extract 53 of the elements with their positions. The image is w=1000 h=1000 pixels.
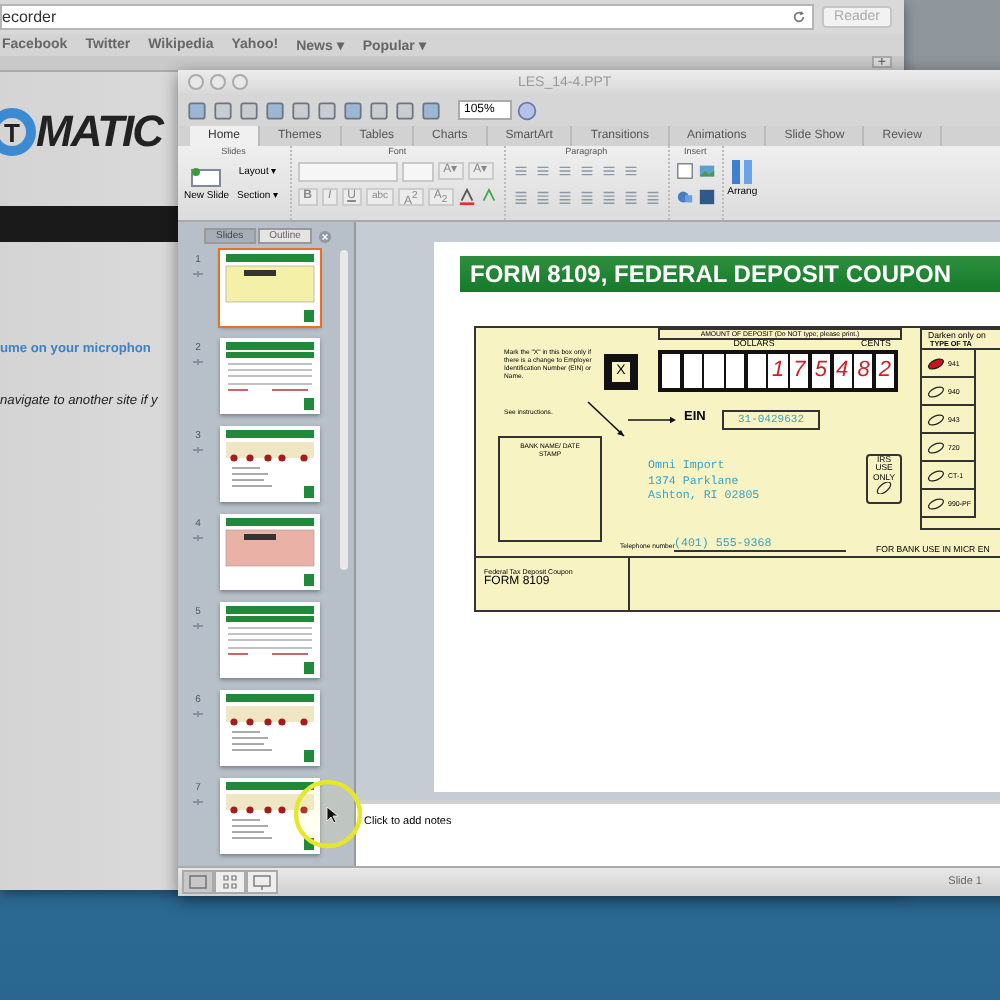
reload-icon[interactable] — [792, 10, 807, 24]
help-icon[interactable] — [516, 99, 539, 121]
align-icon[interactable] — [533, 188, 552, 206]
slide-thumbnail[interactable] — [220, 690, 320, 766]
align-icon[interactable] — [643, 188, 662, 206]
amount-digit: 1 — [768, 354, 788, 388]
amount-digit: 7 — [790, 354, 809, 388]
empty-digit-cell — [747, 354, 766, 388]
amount-digit: 5 — [811, 354, 830, 388]
list-icon[interactable] — [555, 162, 574, 180]
align-icon[interactable] — [511, 188, 530, 206]
amount-digit: 8 — [854, 354, 873, 388]
slide-thumbnail[interactable] — [220, 338, 320, 414]
shapes-icon[interactable] — [675, 188, 694, 206]
slide-thumbnail[interactable] — [220, 250, 320, 326]
empty-digit-cell — [726, 354, 745, 388]
text-box-icon[interactable] — [675, 162, 694, 180]
slideshow-view-icon[interactable] — [246, 870, 278, 894]
grid-view-icon[interactable] — [214, 870, 246, 894]
align-icon[interactable] — [621, 188, 640, 206]
empty-digit-cell — [683, 354, 702, 388]
new-slide-icon — [190, 166, 223, 190]
close-icon[interactable] — [318, 229, 333, 243]
slide-thumbnail[interactable] — [220, 426, 320, 502]
font-color-icon[interactable] — [457, 188, 476, 206]
logo-circle: T — [0, 108, 36, 156]
logo-text: MATIC — [36, 106, 163, 158]
arrow-drawing — [586, 400, 678, 440]
arrange-icon — [730, 158, 755, 186]
empty-digit-cell — [662, 354, 681, 388]
list-icon[interactable] — [511, 162, 530, 180]
list-icon[interactable] — [533, 162, 552, 180]
list-icon[interactable] — [577, 162, 596, 180]
normal-view-icon[interactable] — [182, 870, 214, 894]
scrollbar[interactable] — [340, 250, 348, 570]
list-icon[interactable] — [621, 162, 640, 180]
cursor-icon — [326, 806, 338, 824]
amount-digit: 2 — [875, 354, 895, 388]
amount-digit: 4 — [833, 354, 852, 388]
background-window — [900, 0, 1000, 72]
font-size-field[interactable] — [401, 161, 434, 181]
address-field[interactable]: ecorder — [0, 4, 815, 30]
slide-thumbnail[interactable] — [220, 602, 320, 678]
slide-title: FORM 8109, FEDERAL DEPOSIT COUPON — [460, 256, 1000, 292]
slide-thumbnail[interactable] — [220, 514, 320, 590]
slide-thumbnail[interactable] — [220, 778, 320, 854]
font-name-field[interactable] — [297, 161, 398, 181]
list-icon[interactable] — [599, 162, 618, 180]
align-icon[interactable] — [599, 188, 618, 206]
align-icon[interactable] — [555, 188, 574, 206]
align-icon[interactable] — [577, 188, 596, 206]
cursor-highlight — [292, 778, 364, 850]
empty-digit-cell — [704, 354, 724, 388]
